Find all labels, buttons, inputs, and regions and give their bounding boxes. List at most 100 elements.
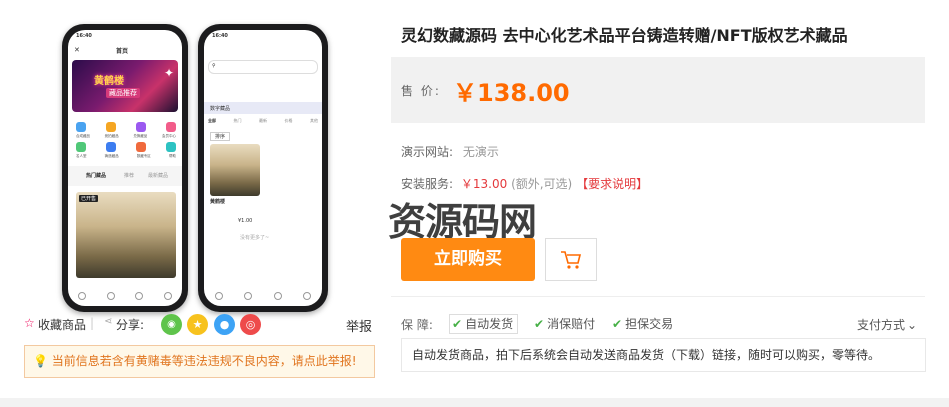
market-icon	[244, 292, 253, 300]
status-time: 16:40	[212, 33, 228, 39]
home-icon	[214, 292, 223, 300]
filter-tab: 最新	[259, 118, 267, 123]
close-icon: ✕	[74, 46, 80, 54]
feature-labels-row-2: 名人堂 铸造藏品 数藏专区 帮助	[76, 154, 176, 159]
star-outline-icon: ☆	[24, 316, 35, 330]
feature-label: 兑换藏品	[133, 134, 148, 138]
feature-icon	[106, 142, 116, 152]
phone-page-title: 首页	[116, 48, 129, 55]
delivery-description: 自动发货商品，拍下后系统会自动发送商品发货（下载）链接，随时可以购买，零等待。	[401, 338, 926, 372]
phone-bottom-nav	[68, 292, 182, 300]
cart-icon	[561, 251, 582, 269]
tab-latest: 最新藏品	[148, 173, 169, 179]
profile-icon	[303, 292, 312, 300]
install-label: 安装服务:	[401, 177, 454, 191]
demo-label: 演示网站:	[401, 145, 454, 159]
sale-badge: 已开售	[79, 195, 99, 202]
item-image	[210, 144, 260, 196]
feature-label: 名人堂	[76, 154, 87, 158]
tab-recommend: 推荐	[124, 173, 135, 179]
check-icon: ✔	[612, 317, 623, 331]
product-title: 灵幻数藏源码 去中心化艺术品平台铸造转赠/NFT版权艺术藏品	[401, 26, 848, 45]
favorite-link[interactable]: 收藏商品	[38, 316, 86, 333]
feature-icons-row-1	[76, 122, 176, 132]
filter-tabs: 全部 热门 最新 价格 其他	[208, 118, 318, 124]
price-value: ￥138.00	[453, 79, 570, 107]
divider: |	[90, 316, 95, 330]
payment-label: 支付方式	[857, 318, 906, 332]
report-link[interactable]: 举报	[346, 316, 372, 335]
price-box: 售 价: ￥138.00	[391, 57, 925, 123]
section-title: 数字藏品	[210, 106, 231, 112]
install-row: 安装服务: ￥13.00 (额外,可选) 【要求说明】	[401, 175, 648, 192]
feature-label: 数藏专区	[136, 154, 151, 158]
guarantee-tag-escrow: ✔ 担保交易	[609, 314, 678, 334]
filter-tab: 热门	[233, 118, 242, 123]
share-label: 分享:	[116, 318, 145, 332]
feature-icon	[136, 122, 146, 132]
buy-now-button[interactable]: 立即购买	[401, 238, 535, 281]
chevron-down-icon: ⌄	[907, 318, 918, 332]
item-name: 黄鹤楼	[210, 199, 226, 205]
feature-icon	[166, 122, 176, 132]
divider	[391, 296, 925, 297]
guarantee-row: 保 障: ✔ 自动发货 ✔ 消保赔付 ✔ 担保交易 支付方式 ⌄	[401, 314, 925, 335]
profile-icon	[163, 292, 172, 300]
end-of-list: 没有更多了~	[240, 235, 270, 241]
phone-screen-list: 16:40 ⚲ 数字藏品 全部 热门 最新 价格 其他 排序 黄鹤楼 ¥1.00…	[204, 30, 322, 306]
feature-label: 合成藏品	[76, 134, 90, 138]
banner-image: 黄鹤楼 藏品推荐 ✦	[72, 60, 178, 112]
phone-search-box: ⚲	[208, 60, 318, 74]
status-time: 16:40	[76, 33, 92, 39]
qq-icon[interactable]: ●	[214, 314, 235, 335]
discover-icon	[273, 292, 282, 300]
section-header: 数字藏品	[204, 102, 322, 114]
feature-labels-row-1: 合成藏品 竞拍藏品 兑换藏品 会员中心	[76, 134, 176, 139]
filter-tab: 价格	[284, 118, 293, 123]
feature-icon	[76, 122, 86, 132]
market-icon	[106, 292, 115, 300]
payment-method-dropdown[interactable]: 支付方式 ⌄	[857, 316, 917, 333]
install-requirements-link[interactable]: 【要求说明】	[576, 177, 648, 191]
phone-bottom-nav	[204, 292, 322, 300]
feature-icons-row-2	[76, 142, 176, 152]
sort-dropdown: 排序	[210, 132, 231, 141]
page-bottom-strip	[0, 398, 949, 407]
feature-label: 会员中心	[161, 134, 176, 138]
guarantee-text: 消保赔付	[547, 317, 596, 331]
report-notice[interactable]: 💡 当前信息若含有黄赌毒等违法违规不良内容，请点此举报!	[24, 345, 375, 378]
feature-label: 铸造藏品	[104, 154, 119, 158]
feature-icon	[106, 122, 116, 132]
phone-mockup-list: 16:40 ⚲ 数字藏品 全部 热门 最新 价格 其他 排序 黄鹤楼 ¥1.00…	[198, 24, 328, 312]
phone-screen-home: 16:40 ✕ 首页 黄鹤楼 藏品推荐 ✦ 合成藏品 竞拍藏品 兑换藏品 会员中…	[68, 30, 182, 306]
lightbulb-icon: 💡	[33, 354, 48, 368]
notice-text: 当前信息若含有黄赌毒等违法违规不良内容，请点此举报!	[51, 354, 357, 368]
banner-title: 黄鹤楼	[94, 76, 124, 87]
discover-icon	[135, 292, 144, 300]
feature-label: 竞拍藏品	[104, 134, 119, 138]
feature-label: 帮助	[168, 154, 176, 158]
install-note: (额外,可选)	[511, 177, 573, 191]
guarantee-text: 自动发货	[465, 317, 514, 331]
feature-icon	[166, 142, 176, 152]
filter-tab: 其他	[310, 118, 318, 123]
action-row: ☆ 收藏商品 | ⋖ 分享: ◉ ★ ● ◎ 举报	[24, 314, 376, 336]
search-icon: ⚲	[212, 63, 216, 69]
check-icon: ✔	[534, 317, 545, 331]
guarantee-label: 保 障:	[401, 318, 433, 332]
price-label: 售 价:	[401, 84, 441, 98]
wechat-icon[interactable]: ◉	[161, 314, 182, 335]
install-price: ￥13.00	[460, 177, 508, 191]
sparkle-icon: ✦	[163, 66, 174, 80]
tab-strip: 热门藏品 推荐 最新藏品	[68, 166, 182, 186]
filter-tab: 全部	[208, 118, 216, 123]
feature-icon	[136, 142, 146, 152]
home-icon	[78, 292, 87, 300]
demo-row: 演示网站: 无演示	[401, 143, 499, 160]
share-icon: ⋖	[104, 316, 113, 327]
qzone-icon[interactable]: ★	[187, 314, 208, 335]
weibo-icon[interactable]: ◎	[240, 314, 261, 335]
tab-hot: 热门藏品	[86, 173, 107, 179]
product-image-gallery[interactable]: 16:40 ✕ 首页 黄鹤楼 藏品推荐 ✦ 合成藏品 竞拍藏品 兑换藏品 会员中…	[22, 12, 377, 312]
add-to-cart-button[interactable]	[545, 238, 597, 281]
